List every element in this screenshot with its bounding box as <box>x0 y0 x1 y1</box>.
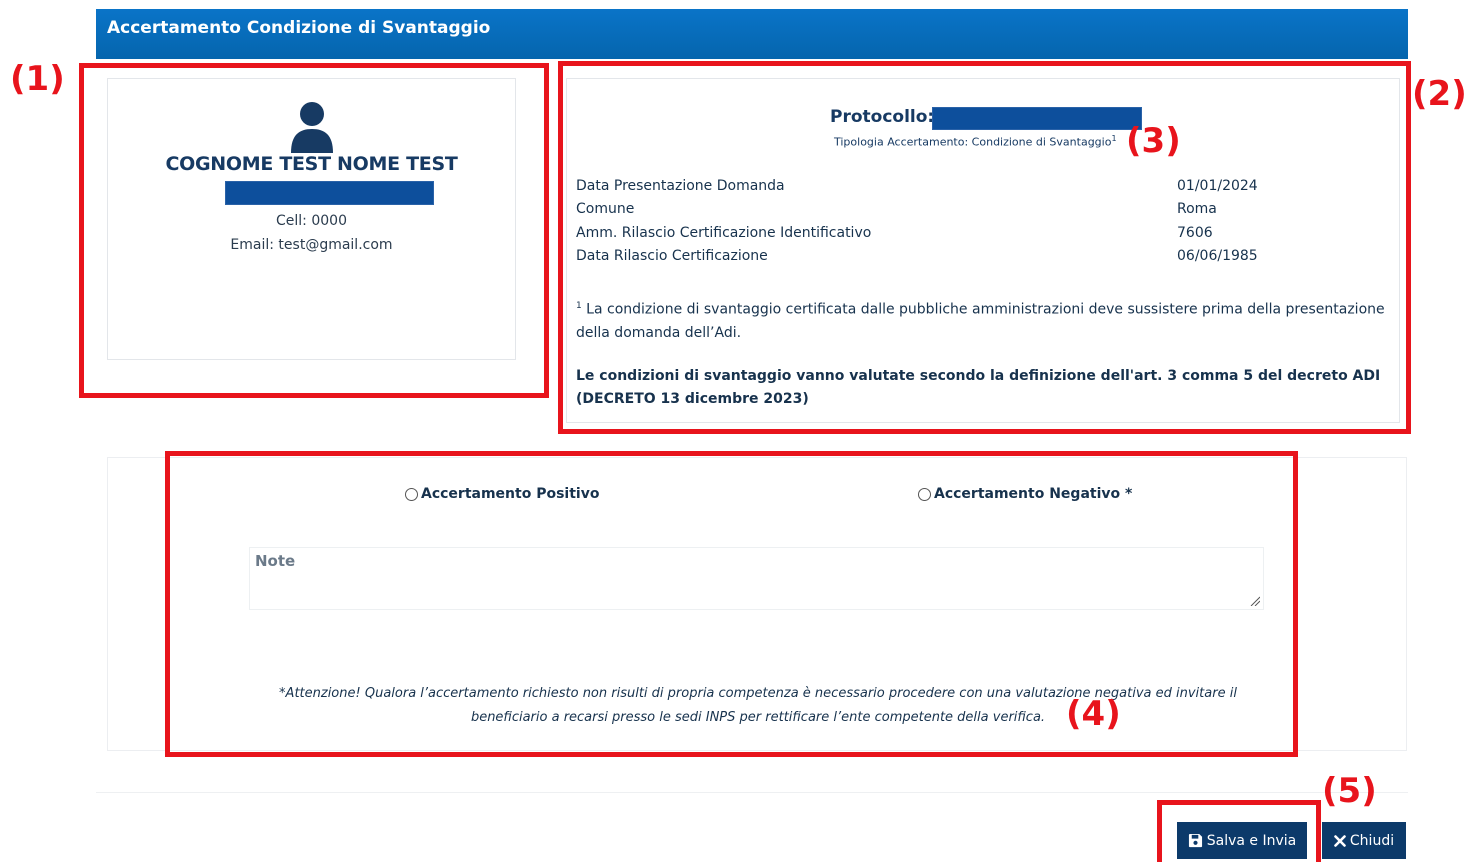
annotation-marker-1: (1) <box>10 59 65 99</box>
annotation-marker-2: (2) <box>1412 74 1467 114</box>
divider <box>96 792 1408 793</box>
page-title: Accertamento Condizione di Svantaggio <box>107 18 491 38</box>
close-button[interactable]: Chiudi <box>1322 822 1406 859</box>
annotation-marker-5: (5) <box>1322 771 1377 811</box>
annotation-box-1 <box>79 63 549 398</box>
annotation-box-5 <box>1157 800 1321 862</box>
page-header: Accertamento Condizione di Svantaggio <box>96 9 1408 59</box>
annotation-box-2 <box>558 61 1411 434</box>
close-icon <box>1334 834 1346 847</box>
annotation-box-4 <box>165 451 1298 757</box>
annotation-marker-4: (4) <box>1066 694 1121 734</box>
close-button-label: Chiudi <box>1349 832 1395 849</box>
annotation-marker-3: (3) <box>1126 121 1181 161</box>
